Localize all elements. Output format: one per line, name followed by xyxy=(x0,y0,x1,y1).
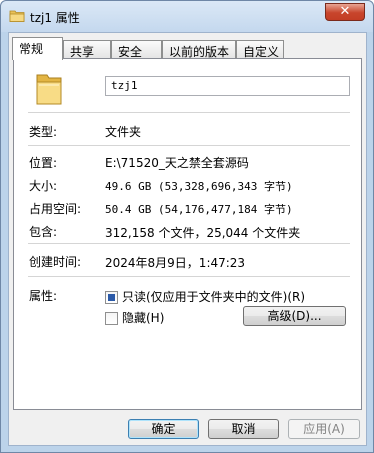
contains-value: 312,158 个文件，25,044 个文件夹 xyxy=(105,226,301,240)
created-value: 2024年8月9日，1:47:23 xyxy=(105,256,246,270)
close-button[interactable]: ✕ xyxy=(325,3,365,21)
type-label: 类型: xyxy=(29,125,58,139)
contains-label: 包含: xyxy=(29,225,58,239)
divider xyxy=(28,276,350,277)
hidden-checkbox[interactable] xyxy=(105,312,118,325)
apply-button[interactable]: 应用(A) xyxy=(288,419,360,439)
ok-button[interactable]: 确定 xyxy=(128,419,199,439)
location-value: E:\71520_天之禁全套源码 xyxy=(105,156,249,170)
type-value: 文件夹 xyxy=(105,125,142,139)
hidden-label[interactable]: 隐藏(H) xyxy=(122,309,164,326)
readonly-label[interactable]: 只读(仅应用于文件夹中的文件)(R) xyxy=(122,288,305,305)
tab-previous-versions[interactable]: 以前的版本 xyxy=(162,40,236,59)
size-label: 大小: xyxy=(29,179,58,193)
cancel-button[interactable]: 取消 xyxy=(208,419,279,439)
created-label: 创建时间: xyxy=(29,255,82,269)
location-label: 位置: xyxy=(29,156,58,170)
disk-size-value: 50.4 GB (54,176,477,184 字节) xyxy=(105,203,293,216)
divider xyxy=(28,112,350,113)
tab-sharing[interactable]: 共享 xyxy=(63,40,111,59)
readonly-checkbox[interactable] xyxy=(105,291,118,304)
title-bar[interactable]: tzj1 属性 ✕ xyxy=(1,1,373,32)
folder-icon xyxy=(9,10,25,22)
tab-general[interactable]: 常规 xyxy=(12,37,63,60)
folder-name-input[interactable]: tzj1 xyxy=(105,76,350,96)
tab-security[interactable]: 安全 xyxy=(111,40,162,59)
attributes-label: 属性: xyxy=(29,289,58,303)
tab-customize[interactable]: 自定义 xyxy=(236,40,284,59)
size-value: 49.6 GB (53,328,696,343 字节) xyxy=(105,180,293,193)
window-title: tzj1 属性 xyxy=(30,11,80,25)
divider xyxy=(28,243,350,244)
general-panel: tzj1 类型: 文件夹 位置: E:\71520_天之禁全套源码 大小: 49… xyxy=(13,58,362,410)
properties-window: tzj1 属性 ✕ 常规 共享 安全 以前的版本 自定义 tzj1 类型: 文件… xyxy=(0,0,374,453)
folder-large-icon xyxy=(36,74,62,105)
advanced-button[interactable]: 高级(D)... xyxy=(243,306,346,326)
close-icon: ✕ xyxy=(339,4,351,19)
divider xyxy=(28,145,350,146)
dialog-client: 常规 共享 安全 以前的版本 自定义 tzj1 类型: 文件夹 位置: E:\7… xyxy=(8,32,367,446)
disk-size-label: 占用空间: xyxy=(29,202,82,216)
